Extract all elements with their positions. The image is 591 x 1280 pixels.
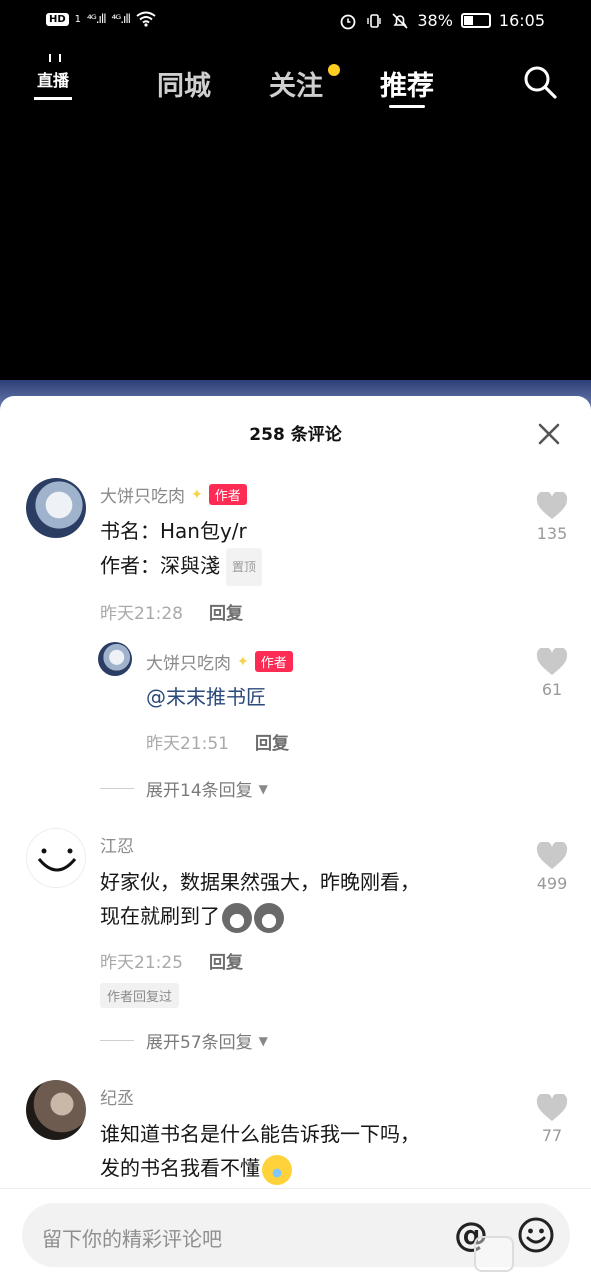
signal-icon-2: ⁴ᴳ.ıll [111, 12, 132, 26]
comment-meta: 昨天21:28 回复 [100, 599, 243, 624]
battery-fill [463, 16, 473, 25]
reply-button[interactable]: 回复 [255, 729, 289, 754]
heart-icon [536, 1094, 568, 1121]
mute-bell-icon [392, 12, 408, 29]
like-button[interactable]: 499 [532, 842, 572, 893]
smiley-avatar-icon [37, 848, 77, 872]
comment-author[interactable]: 江忍 [100, 832, 134, 857]
author-badge: 作者 [254, 651, 293, 672]
status-bar: HD 1 ⁴ᴳ.ıll ⁴ᴳ.ıll 38% 16:05 [0, 0, 591, 44]
divider-line [100, 788, 134, 789]
avatar[interactable] [26, 828, 86, 888]
comment-meta: 昨天21:51 回复 [146, 729, 289, 754]
avatar[interactable] [26, 1080, 86, 1140]
expand-replies-button[interactable]: 展开14条回复 ▼ [100, 776, 268, 801]
author-badge: 作者 [208, 484, 247, 505]
comment-input-placeholder: 留下你的精彩评论吧 [42, 1227, 222, 1251]
comment-header: 大饼只吃肉 ✦ 作者 [146, 649, 293, 674]
like-button[interactable]: 135 [532, 492, 572, 543]
comment-time: 昨天21:25 [100, 953, 183, 973]
husky-emoji-icon [222, 902, 252, 933]
like-count: 77 [541, 1126, 563, 1145]
comment-text: 好家伙，数据果然强大，昨晚刚看， 现在就刷到了 [100, 865, 420, 933]
like-count: 499 [536, 874, 568, 893]
comment-header: 纪丞 [100, 1084, 134, 1109]
sim-number: 1 [74, 13, 82, 25]
expand-label: 展开14条回复 [146, 781, 253, 801]
tab-city[interactable]: 同城 [157, 64, 211, 103]
reply-button[interactable]: 回复 [209, 599, 243, 624]
comment-line-2: 作者：深與淺 置顶 [100, 548, 263, 586]
heart-icon [536, 648, 568, 675]
husky-emoji-icon [254, 902, 284, 933]
floating-assist-button[interactable] [474, 1236, 514, 1272]
comment-author[interactable]: 纪丞 [100, 1084, 134, 1109]
expand-label: 展开57条回复 [146, 1033, 253, 1053]
comment-author[interactable]: 大饼只吃肉 [146, 649, 231, 674]
comment-header: 大饼只吃肉 ✦ 作者 [100, 482, 247, 507]
comment-time: 昨天21:51 [146, 734, 229, 754]
comment-sheet: 258 条评论 大饼只吃肉 ✦ 作者 书名：Han包y/r 作者：深與淺 置顶 昨… [0, 396, 591, 1280]
comment-line-text: 作者：深與淺 [100, 553, 220, 578]
tab-follow[interactable]: 关注 [269, 64, 323, 103]
author-replied-badge: 作者回复过 [100, 983, 180, 1008]
tab-recommend[interactable]: 推荐 [380, 64, 434, 103]
search-icon[interactable] [522, 64, 558, 100]
comment-line: 好家伙，数据果然强大，昨晚刚看， [100, 870, 420, 894]
signal-icon: ⁴ᴳ.ıll [87, 12, 107, 26]
comment-line-text: 发的书名我看不懂 [100, 1156, 260, 1180]
comment-count-title: 258 条评论 [249, 425, 342, 445]
close-icon[interactable] [537, 422, 561, 446]
comment-time: 昨天21:28 [100, 604, 183, 624]
heart-icon [536, 492, 568, 519]
comment-line: 谁知道书名是什么能告诉我一下吗， [100, 1122, 420, 1146]
heart-icon [536, 842, 568, 869]
like-count: 135 [536, 524, 568, 543]
top-nav: 直播 同城 关注 推荐 [0, 44, 591, 120]
battery-percent: 38% [417, 11, 453, 30]
sparkle-icon: ✦ [191, 486, 203, 503]
clock: 16:05 [498, 11, 545, 30]
active-tab-indicator [389, 105, 425, 108]
wifi-icon [136, 11, 156, 27]
status-right: 38% 16:05 [339, 11, 545, 30]
laughing-emoji-icon [262, 1154, 292, 1185]
emoji-icon[interactable] [518, 1217, 554, 1253]
comment-line-text: 现在就刷到了 [100, 904, 220, 928]
status-left: HD 1 ⁴ᴳ.ıll ⁴ᴳ.ıll [46, 11, 156, 27]
follow-notification-dot [328, 64, 340, 76]
sparkle-icon: ✦ [237, 653, 249, 670]
live-label: 直播 [36, 71, 69, 90]
like-count: 61 [541, 680, 563, 699]
battery-icon [460, 13, 491, 28]
comment-header: 江忍 [100, 832, 134, 857]
hd-icon: HD [46, 12, 69, 26]
caret-down-icon: ▼ [258, 1033, 268, 1048]
live-icon[interactable]: 直播 [34, 62, 72, 100]
avatar[interactable] [26, 478, 86, 538]
comment-text: 谁知道书名是什么能告诉我一下吗， 发的书名我看不懂 [100, 1117, 420, 1185]
reply-button[interactable]: 回复 [209, 948, 243, 973]
divider-line [100, 1040, 134, 1041]
comment-text: 书名：Han包y/r 作者：深與淺 置顶 [100, 514, 263, 586]
like-button[interactable]: 77 [532, 1094, 572, 1145]
expand-replies-button[interactable]: 展开57条回复 ▼ [100, 1028, 268, 1053]
avatar[interactable] [98, 642, 132, 676]
comment-author[interactable]: 大饼只吃肉 [100, 482, 185, 507]
mention-link[interactable]: @末末推书匠 [146, 680, 266, 714]
comment-line: 书名：Han包y/r [100, 519, 247, 543]
comment-line-2: 现在就刷到了 [100, 899, 420, 933]
caret-down-icon: ▼ [258, 781, 268, 796]
comment-meta: 昨天21:25 回复 [100, 948, 243, 973]
alarm-icon [340, 14, 356, 29]
comment-line-2: 发的书名我看不懂 [100, 1151, 420, 1185]
like-button[interactable]: 61 [532, 648, 572, 699]
pinned-badge: 置顶 [226, 548, 263, 586]
vibrate-icon [367, 13, 382, 28]
